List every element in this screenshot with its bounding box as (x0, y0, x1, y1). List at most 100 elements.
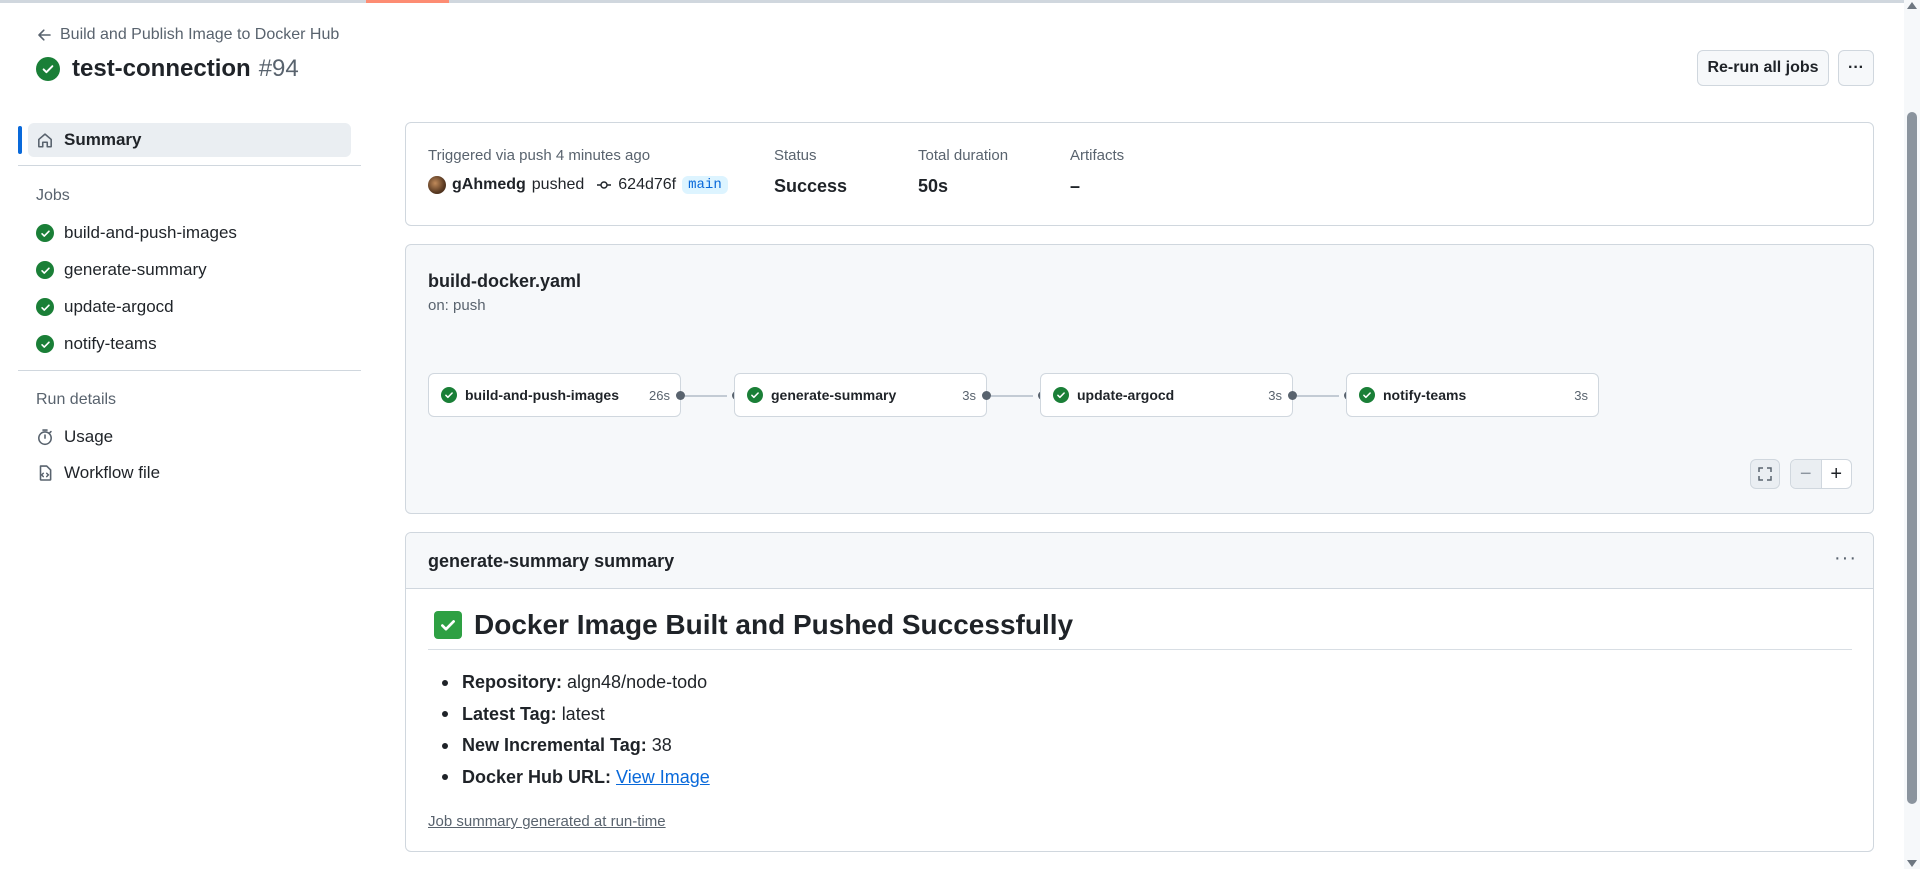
zoom-out-button[interactable]: − (1791, 460, 1822, 488)
sidebar-item-usage[interactable]: Usage (36, 427, 113, 447)
summary-more-button[interactable]: ··· (1834, 547, 1857, 570)
sidebar-job-label: update-argocd (64, 297, 174, 316)
success-check-icon (36, 224, 54, 242)
scroll-up-arrow-icon[interactable] (1907, 2, 1917, 9)
job-summary-footer-link[interactable]: Job summary generated at run-time (428, 813, 666, 830)
success-check-icon (1359, 387, 1375, 403)
success-check-icon (36, 57, 60, 81)
job-name: notify-teams (1383, 387, 1467, 403)
sidebar-job-generate-summary[interactable]: generate-summary (36, 260, 207, 280)
connector-dot (1288, 391, 1297, 400)
duration-value[interactable]: 50s (918, 176, 1008, 197)
sidebar-job-update-argocd[interactable]: update-argocd (36, 297, 174, 317)
artifacts-value: – (1070, 176, 1081, 196)
home-icon (38, 133, 52, 148)
sidebar-divider (18, 165, 361, 166)
success-check-icon (747, 387, 763, 403)
job-summary-panel: generate-summary summary ··· Docker Imag… (405, 532, 1874, 852)
job-name: build-and-push-images (465, 387, 619, 403)
success-check-icon (36, 261, 54, 279)
item-value: 38 (651, 735, 672, 756)
item-key: Latest Tag: (462, 703, 557, 724)
connector-dot (982, 391, 991, 400)
scrollbar[interactable] (1904, 0, 1920, 869)
job-duration: 3s (962, 387, 976, 403)
run-details-heading: Run details (36, 391, 117, 408)
commit-sha-link[interactable]: 624d76f (618, 176, 676, 194)
job-name: update-argocd (1077, 387, 1175, 403)
page-title: test-connection #94 (36, 55, 299, 83)
item-value: latest (561, 703, 605, 724)
workflow-graph-panel: build-docker.yaml on: push build-and-pus… (405, 244, 1874, 514)
sidebar-job-label: notify-teams (64, 334, 157, 353)
graph-job-notify-teams[interactable]: notify-teams 3s (1346, 373, 1599, 417)
jobs-heading: Jobs (36, 187, 70, 204)
job-summary-header: generate-summary summary ··· (406, 533, 1873, 589)
zoom-controls: − + (1790, 459, 1852, 489)
job-connector (685, 395, 727, 397)
branch-badge[interactable]: main (682, 176, 728, 194)
scroll-down-arrow-icon[interactable] (1907, 860, 1917, 867)
fullscreen-button[interactable] (1750, 459, 1780, 489)
job-name: generate-summary (771, 387, 897, 403)
workflow-file-name[interactable]: build-docker.yaml (428, 271, 581, 292)
check-mark-button-icon (434, 611, 462, 639)
zoom-in-button[interactable]: + (1822, 460, 1852, 488)
workflow-trigger: on: push (428, 297, 486, 314)
rerun-all-jobs-button[interactable]: Re-run all jobs (1697, 50, 1829, 86)
list-item: New Incremental Tag: 38 (442, 730, 710, 762)
success-check-icon (441, 387, 457, 403)
sidebar-item-workflow-file[interactable]: Workflow file (36, 463, 160, 483)
status-label: Status (774, 147, 817, 164)
view-image-link[interactable]: View Image (616, 767, 710, 788)
graph-job-generate-summary[interactable]: generate-summary 3s (734, 373, 987, 417)
pushed-word: pushed (531, 176, 585, 193)
status-info: Status Success (774, 147, 847, 197)
graph-job-update-argocd[interactable]: update-argocd 3s (1040, 373, 1293, 417)
item-key: New Incremental Tag: (462, 735, 647, 756)
artifacts-label: Artifacts (1070, 147, 1125, 164)
job-connector (1297, 395, 1339, 397)
success-check-icon (36, 335, 54, 353)
sidebar-job-notify-teams[interactable]: notify-teams (36, 334, 157, 354)
item-key: Repository: (462, 672, 563, 693)
avatar[interactable] (428, 176, 446, 194)
back-link-label: Build and Publish Image to Docker Hub (60, 26, 340, 43)
scrollbar-thumb[interactable] (1907, 112, 1917, 804)
list-item: Repository: algn48/node-todo (442, 667, 710, 699)
active-tab-underline (366, 0, 449, 3)
success-check-icon (36, 298, 54, 316)
status-value: Success (774, 176, 848, 196)
sidebar-divider (18, 370, 361, 371)
back-to-workflow-link[interactable]: Build and Publish Image to Docker Hub (36, 26, 339, 44)
more-options-button[interactable]: ··· (1838, 50, 1874, 86)
triggered-label: Triggered via push 4 minutes ago (428, 147, 651, 164)
item-value: algn48/node-todo (567, 672, 708, 693)
sidebar-job-build-and-push-images[interactable]: build-and-push-images (36, 223, 237, 243)
run-info-panel: Triggered via push 4 minutes ago gAhmedg… (405, 122, 1874, 226)
file-code-icon (39, 465, 52, 481)
active-indicator (18, 126, 22, 154)
summary-heading: Docker Image Built and Pushed Successful… (434, 609, 1073, 641)
summary-heading-text: Docker Image Built and Pushed Successful… (474, 609, 1074, 640)
job-summary-title: generate-summary summary (428, 551, 675, 571)
list-item: Docker Hub URL: View Image (442, 762, 710, 794)
job-duration: 3s (1574, 387, 1588, 403)
sidebar-job-label: generate-summary (64, 260, 207, 279)
top-border (0, 0, 1904, 3)
run-number: #94 (258, 55, 299, 82)
sidebar-item-summary[interactable]: Summary (18, 123, 351, 157)
trigger-info: Triggered via push 4 minutes ago gAhmedg… (428, 147, 728, 194)
job-duration: 3s (1268, 387, 1282, 403)
heading-rule (428, 649, 1852, 650)
list-item: Latest Tag: latest (442, 699, 710, 731)
graph-job-build-and-push-images[interactable]: build-and-push-images 26s (428, 373, 681, 417)
git-commit-icon (597, 181, 612, 189)
job-duration: 26s (649, 387, 670, 403)
user-link[interactable]: gAhmedg (452, 176, 526, 194)
connector-dot (676, 391, 685, 400)
workflow-file-label: Workflow file (64, 463, 161, 482)
duration-label: Total duration (918, 147, 1009, 164)
fullscreen-icon (1758, 467, 1772, 481)
stopwatch-icon (38, 429, 52, 446)
